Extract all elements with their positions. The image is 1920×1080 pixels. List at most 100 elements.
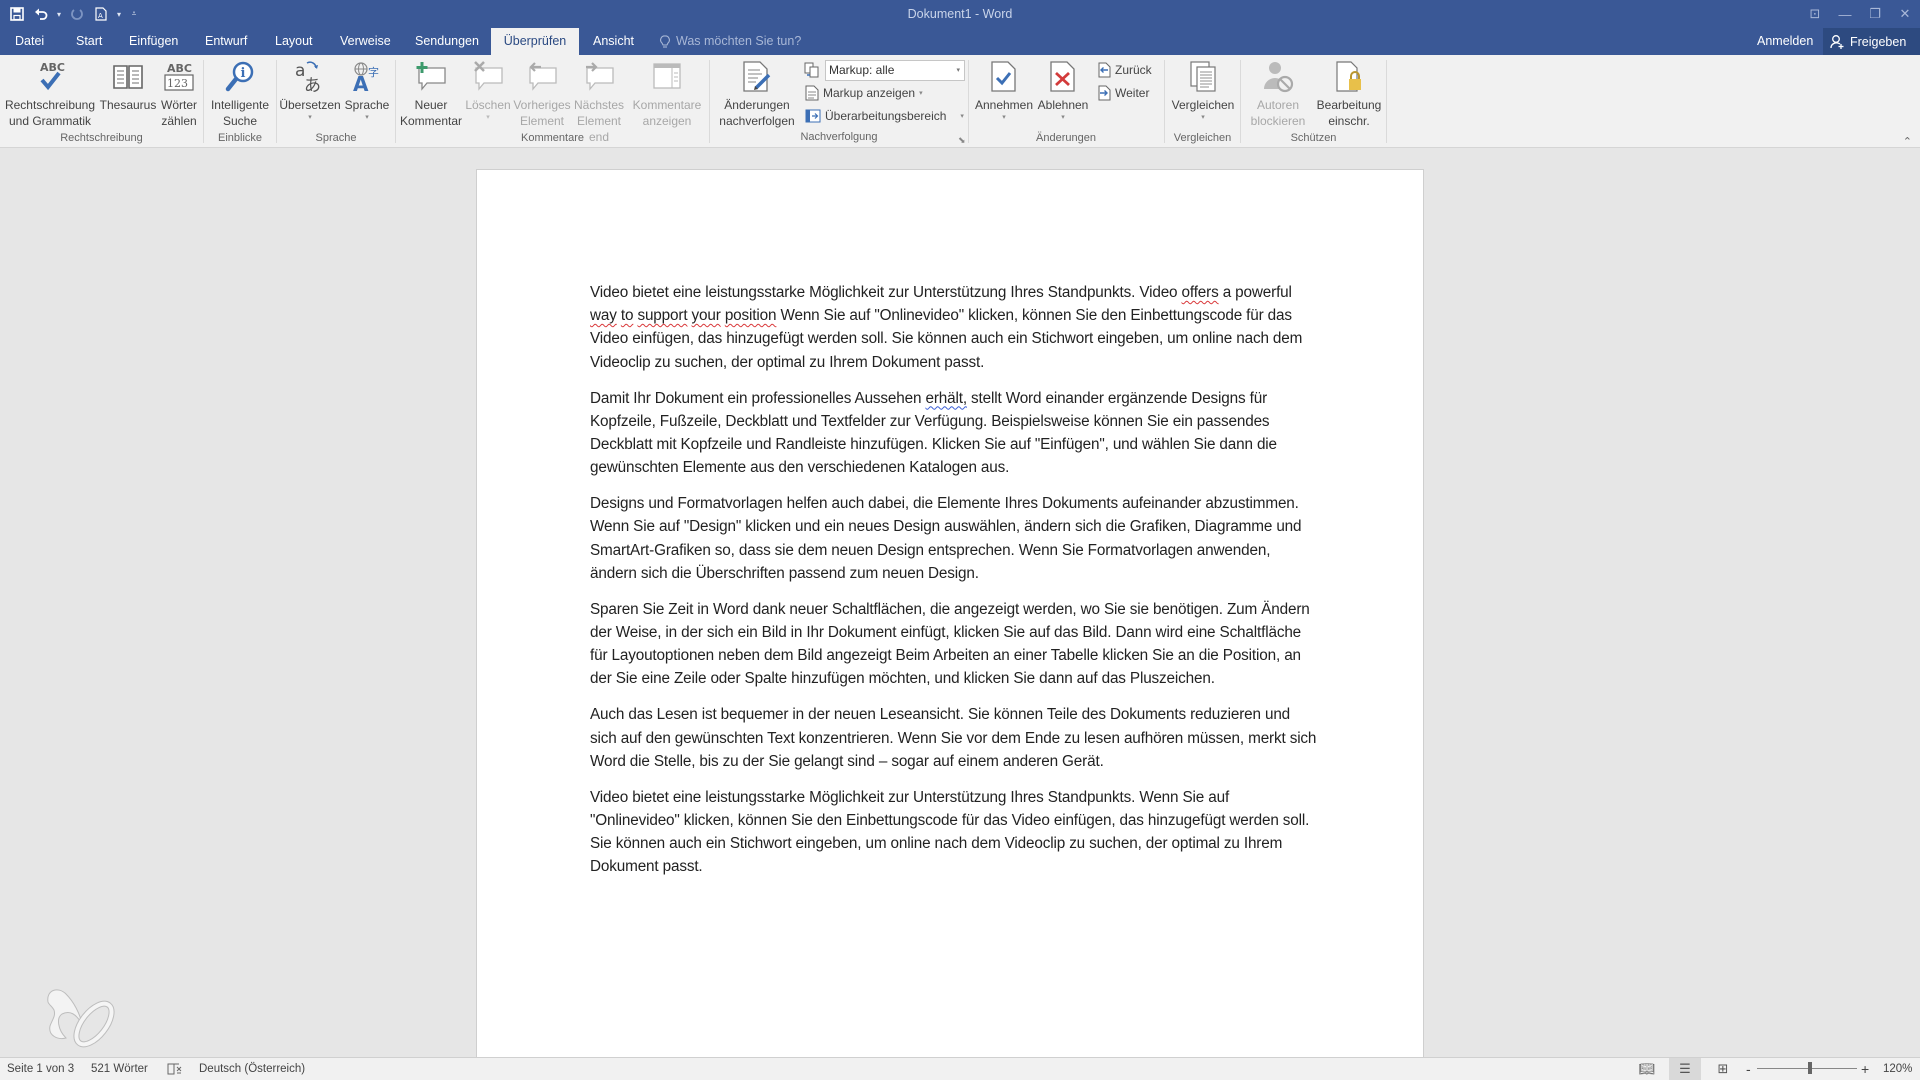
tell-me-search[interactable]: Was möchten Sie tun?	[660, 28, 801, 55]
dropdown-arrow-icon: ▾	[956, 67, 960, 74]
lightbulb-icon	[660, 34, 670, 48]
group-label-vergleichen: Vergleichen	[1173, 132, 1232, 144]
restore-icon: ❐	[1869, 6, 1881, 21]
spelling-error-word[interactable]: your	[692, 307, 721, 324]
restore-button[interactable]: ❐	[1860, 0, 1890, 28]
spelling-error-word[interactable]: support	[637, 307, 687, 324]
web-layout-button[interactable]: ⊞	[1707, 1058, 1739, 1080]
share-label: Freigeben	[1850, 34, 1907, 49]
document-body[interactable]: Video bietet eine leistungsstarke Möglic…	[590, 281, 1320, 891]
zoom-level[interactable]: 120%	[1883, 1058, 1912, 1080]
reviewing-pane-icon	[805, 109, 821, 123]
group-label-sprache: Sprache	[315, 132, 357, 144]
show-markup-icon	[805, 85, 819, 101]
language-indicator[interactable]: Deutsch (Österreich)	[199, 1058, 305, 1080]
tab-start[interactable]: Start	[64, 28, 114, 55]
tab-sendungen[interactable]: Sendungen	[403, 28, 491, 55]
language-button[interactable]: A字 Sprache ▾	[341, 59, 393, 123]
group-label-kommentare: Kommentare	[521, 132, 584, 144]
collapse-ribbon-button[interactable]: ⌃	[1903, 135, 1912, 148]
markup-view-icon-wrap	[804, 60, 820, 80]
page-count[interactable]: Seite 1 von 3	[7, 1058, 74, 1080]
group-kommentare: Neuer Kommentar Löschen ▾ Vorheriges Ele…	[396, 55, 709, 148]
ribbon-display-options-button[interactable]: ⊡	[1800, 0, 1830, 28]
translate-button[interactable]: aあ Übersetzen ▾	[279, 59, 340, 123]
reviewing-pane-button[interactable]: Überarbeitungsbereich ▾	[805, 106, 964, 126]
document-paragraph[interactable]: Auch das Lesen ist bequemer in der neuen…	[590, 703, 1320, 773]
print-layout-button[interactable]: ☰	[1669, 1058, 1701, 1080]
close-button[interactable]: ✕	[1890, 0, 1920, 28]
tell-me-placeholder: Was möchten Sie tun?	[676, 34, 802, 48]
tab-ueberpruefen[interactable]: Überprüfen	[491, 28, 579, 55]
spelling-error-word[interactable]: to	[621, 307, 634, 324]
spelling-grammar-button[interactable]: ABC Rechtschreibung und Grammatik	[5, 59, 95, 129]
word-count-icon: ABC 123	[161, 59, 197, 95]
ribbon-tabs: Datei Start Einfügen Entwurf Layout Verw…	[0, 28, 1920, 55]
group-label-einblicke: Einblicke	[217, 132, 263, 144]
document-paragraph[interactable]: Video bietet eine leistungsstarke Möglic…	[590, 786, 1320, 879]
delete-comment-icon	[470, 59, 506, 95]
delete-comment-button[interactable]: Löschen ▾	[465, 59, 511, 123]
svg-text:字: 字	[368, 65, 379, 79]
status-bar: Seite 1 von 3 521 Wörter Deutsch (Österr…	[0, 1057, 1920, 1080]
tab-layout[interactable]: Layout	[263, 28, 325, 55]
word-count-button[interactable]: ABC 123 Wörter zählen	[157, 59, 201, 129]
document-paragraph[interactable]: Designs und Formatvorlagen helfen auch d…	[590, 492, 1320, 585]
word-count[interactable]: 521 Wörter	[91, 1058, 148, 1080]
dialog-launcher-icon[interactable]: ⬊	[958, 135, 966, 146]
restrict-editing-button[interactable]: Bearbeitung einschr.	[1313, 59, 1385, 129]
document-paragraph[interactable]: Sparen Sie Zeit in Word dank neuer Schal…	[590, 598, 1320, 691]
share-button[interactable]: Freigeben	[1823, 28, 1920, 55]
zoom-slider-thumb[interactable]	[1807, 1062, 1812, 1074]
sign-in-link[interactable]: Anmelden	[1757, 28, 1813, 55]
zoom-out-button[interactable]: -	[1746, 1058, 1751, 1080]
next-change-button[interactable]: Weiter	[1097, 83, 1149, 103]
tab-datei[interactable]: Datei	[3, 28, 56, 55]
svg-text:A: A	[353, 72, 369, 94]
group-schuetzen: Autoren blockieren Bearbeitung einschr. …	[1241, 55, 1386, 148]
block-authors-button[interactable]: Autoren blockieren	[1245, 59, 1311, 129]
document-paragraph[interactable]: Video bietet eine leistungsstarke Möglic…	[590, 281, 1320, 374]
group-label-aenderungen: Änderungen	[1036, 132, 1096, 144]
smart-lookup-button[interactable]: i Intelligente Suche	[206, 59, 274, 129]
spelling-error-word[interactable]: position	[725, 307, 777, 324]
tab-einfuegen[interactable]: Einfügen	[117, 28, 190, 55]
previous-change-button[interactable]: Zurück	[1097, 60, 1152, 80]
track-changes-button[interactable]: Änderungen nachverfolgen	[714, 59, 800, 129]
svg-text:ABC: ABC	[40, 61, 65, 74]
svg-text:あ: あ	[304, 76, 321, 94]
tab-entwurf[interactable]: Entwurf	[193, 28, 259, 55]
spelling-error-word[interactable]: offers	[1182, 284, 1219, 301]
tab-verweise[interactable]: Verweise	[328, 28, 403, 55]
minimize-button[interactable]: —	[1830, 0, 1860, 28]
compare-button[interactable]: Vergleichen ▾	[1168, 59, 1238, 123]
read-mode-button[interactable]: 📖︎	[1631, 1058, 1663, 1080]
previous-comment-icon	[524, 59, 560, 95]
dropdown-arrow-icon: ▾	[1061, 114, 1065, 121]
language-icon: A字	[349, 59, 385, 95]
reject-button[interactable]: Ablehnen ▾	[1035, 59, 1091, 123]
document-page[interactable]: Video bietet eine leistungsstarke Möglic…	[476, 169, 1424, 1069]
compare-icon	[1185, 59, 1221, 95]
group-einblicke: i Intelligente Suche Einblicke	[204, 55, 276, 148]
markup-select[interactable]: Markup: alle ▾	[825, 60, 965, 81]
proofing-status[interactable]	[167, 1058, 183, 1080]
spelling-error-word[interactable]: way	[590, 307, 617, 324]
document-paragraph[interactable]: Damit Ihr Dokument ein professionelles A…	[590, 387, 1320, 480]
window-title: Dokument1 - Word	[907, 7, 1013, 21]
group-label-rechtschreibung: Rechtschreibung	[60, 132, 143, 144]
show-comments-button[interactable]: Kommentare anzeigen	[628, 59, 706, 129]
show-markup-button[interactable]: Markup anzeigen ▾	[805, 83, 923, 103]
thesaurus-button[interactable]: Thesaurus	[98, 59, 158, 113]
previous-comment-button[interactable]: Vorheriges Element	[512, 59, 572, 129]
zoom-slider[interactable]	[1757, 1062, 1857, 1074]
grammar-error-word[interactable]: erhält,	[925, 390, 967, 407]
zoom-in-button[interactable]: +	[1861, 1058, 1869, 1080]
new-comment-button[interactable]: Neuer Kommentar	[399, 59, 463, 129]
restrict-editing-icon	[1331, 59, 1367, 95]
butterfly-logo-icon	[47, 989, 115, 1048]
minimize-icon: —	[1838, 6, 1852, 22]
ribbon-display-options-icon: ⊡	[1809, 6, 1821, 21]
accept-button[interactable]: Annehmen ▾	[974, 59, 1034, 123]
tab-ansicht[interactable]: Ansicht	[581, 28, 646, 55]
